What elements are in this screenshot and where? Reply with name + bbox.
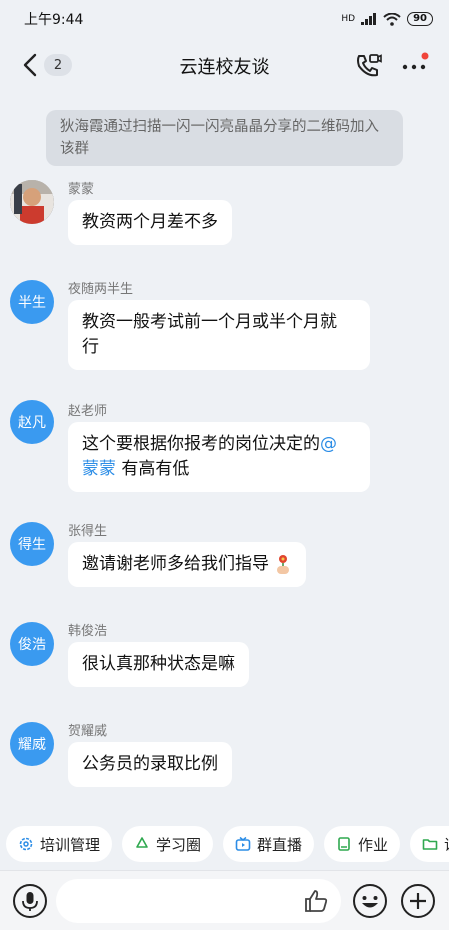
network-label: HD	[341, 14, 356, 24]
emoji-icon[interactable]	[352, 883, 388, 919]
avatar-photo-icon	[10, 180, 54, 224]
mention-link[interactable]: 蒙蒙	[82, 459, 116, 479]
avatar[interactable]: 得生	[10, 522, 54, 566]
flower-emoji-icon	[277, 555, 290, 574]
mention-symbol[interactable]: @	[320, 434, 337, 454]
message-bubble[interactable]: 这个要根据你报考的岗位决定的@ 蒙蒙 有高有低	[68, 422, 370, 492]
wifi-icon	[383, 12, 401, 26]
quick-action-label: 群直播	[257, 835, 303, 854]
microphone-icon[interactable]	[12, 883, 48, 919]
message-bubble[interactable]: 很认真那种状态是嘛	[68, 642, 249, 687]
book-icon	[338, 837, 350, 851]
folder-icon	[422, 839, 438, 850]
signal-icon	[361, 13, 377, 25]
quick-actions-bar: 培训管理 学习圈 群直播 作业 课件	[0, 826, 449, 864]
sender-name: 张得生	[68, 524, 108, 539]
message-text-line: 教资一般考试前一个月或半个月就	[82, 312, 337, 332]
message-row: 半生 夜随两半生 教资一般考试前一个月或半个月就 行	[0, 278, 449, 370]
message-row: 蒙蒙 教资两个月差不多	[0, 178, 449, 248]
system-notice: 狄海霞通过扫描一闪一闪亮晶晶分享的二维码加入该群	[46, 110, 403, 166]
avatar[interactable]: 赵凡	[10, 400, 54, 444]
message-text-line: 行	[82, 337, 99, 357]
message-input[interactable]	[56, 879, 341, 923]
quick-action-homework[interactable]: 作业	[324, 826, 401, 862]
message-row: 俊浩 韩俊浩 很认真那种状态是嘛	[0, 620, 449, 690]
quick-action-label: 课件	[444, 834, 449, 855]
status-bar: 上午9:44 HD 90	[0, 0, 449, 38]
message-row: 耀威 贺耀威 公务员的录取比例	[0, 720, 449, 790]
recycle-icon	[136, 837, 148, 848]
message-input-bar	[0, 870, 449, 930]
quick-action-label: 作业	[358, 835, 389, 854]
sender-name: 赵老师	[68, 404, 108, 419]
plus-icon[interactable]	[400, 883, 436, 919]
quick-action-study-circle[interactable]: 学习圈	[122, 826, 214, 862]
thumbs-up-icon[interactable]	[302, 887, 330, 915]
avatar[interactable]	[10, 180, 54, 224]
avatar[interactable]: 耀威	[10, 722, 54, 766]
message-bubble[interactable]: 教资一般考试前一个月或半个月就 行	[68, 300, 370, 370]
chat-header: 2 云连校友谈	[0, 38, 449, 92]
avatar[interactable]: 半生	[10, 280, 54, 324]
tv-icon	[235, 836, 251, 851]
message-row: 得生 张得生 邀请谢老师多给我们指导	[0, 520, 449, 590]
message-text: 这个要根据你报考的岗位决定的	[82, 434, 320, 454]
quick-action-live[interactable]: 群直播	[223, 826, 315, 862]
message-bubble[interactable]: 邀请谢老师多给我们指导	[68, 542, 307, 587]
quick-action-label: 学习圈	[156, 835, 202, 854]
sender-name: 韩俊浩	[68, 624, 108, 639]
quick-action-training[interactable]: 培训管理	[6, 826, 113, 862]
avatar[interactable]: 俊浩	[10, 622, 54, 666]
message-text: 邀请谢老师多给我们指导	[82, 554, 269, 574]
more-options-icon[interactable]	[400, 50, 430, 80]
sender-name: 夜随两半生	[68, 282, 134, 297]
message-bubble[interactable]: 公务员的录取比例	[68, 742, 232, 787]
message-bubble[interactable]: 教资两个月差不多	[68, 200, 232, 245]
sender-name: 蒙蒙	[68, 182, 95, 197]
message-row: 赵凡 赵老师 这个要根据你报考的岗位决定的@ 蒙蒙 有高有低	[0, 400, 449, 492]
quick-action-label: 培训管理	[40, 835, 101, 854]
gear-icon	[19, 837, 33, 851]
sender-name: 贺耀威	[68, 724, 108, 739]
status-icons: HD 90	[341, 12, 433, 26]
message-text: 有高有低	[116, 459, 190, 479]
battery-indicator: 90	[407, 12, 433, 26]
quick-action-courseware[interactable]: 课件	[410, 826, 449, 862]
group-call-icon[interactable]	[354, 52, 382, 80]
status-time: 上午9:44	[24, 12, 84, 28]
